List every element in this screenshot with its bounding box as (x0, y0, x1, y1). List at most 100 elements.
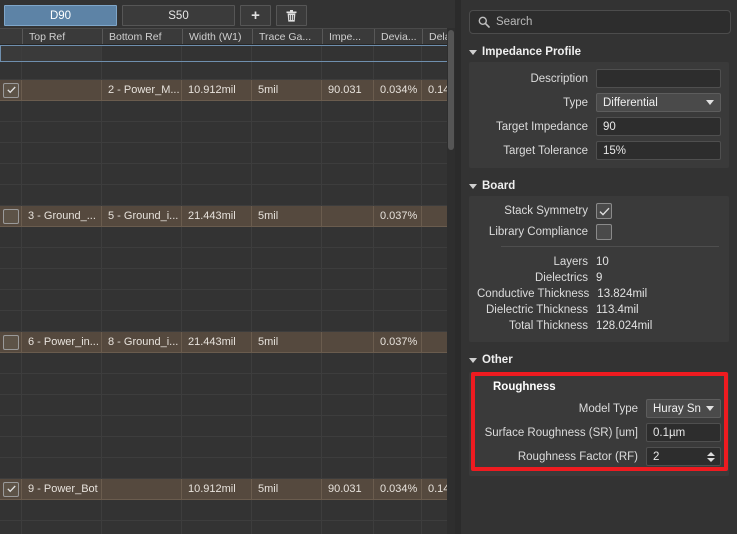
cell-width_w1[interactable] (182, 143, 252, 164)
cell-trace_gap[interactable] (252, 290, 322, 311)
cell-trace_gap[interactable]: 5mil (252, 479, 322, 500)
description-input[interactable] (596, 69, 721, 88)
row-checkbox-cell[interactable] (0, 122, 22, 143)
cell-impedance[interactable] (322, 500, 374, 521)
target-tolerance-input[interactable]: 15% (596, 141, 721, 160)
cell-deviation[interactable] (374, 248, 422, 269)
cell-top_ref[interactable] (22, 122, 102, 143)
cell-impedance[interactable] (322, 458, 374, 479)
target-impedance-input[interactable]: 90 (596, 117, 721, 136)
row-checkbox-cell[interactable] (0, 164, 22, 185)
cell-width_w1[interactable] (182, 416, 252, 437)
cell-top_ref[interactable] (22, 143, 102, 164)
table-row-empty[interactable] (0, 227, 455, 248)
row-checkbox-unchecked[interactable] (3, 334, 19, 350)
cell-width_w1[interactable] (182, 227, 252, 248)
cell-impedance[interactable] (322, 374, 374, 395)
cell-bottom_ref[interactable] (102, 521, 182, 534)
table-row-empty[interactable] (0, 62, 455, 80)
cell-top_ref[interactable] (22, 248, 102, 269)
cell-bottom_ref[interactable] (102, 290, 182, 311)
cell-deviation[interactable] (374, 122, 422, 143)
scrollbar-thumb[interactable] (448, 30, 454, 150)
row-checkbox-checked[interactable] (3, 481, 19, 497)
cell-bottom_ref[interactable] (102, 437, 182, 458)
stepper-up-icon[interactable] (707, 451, 715, 456)
collapse-arrow-icon[interactable] (469, 357, 477, 363)
cell-width_w1[interactable] (182, 45, 252, 62)
row-checkbox-cell[interactable] (0, 353, 22, 374)
delete-profile-button[interactable] (276, 5, 307, 26)
row-checkbox-cell[interactable] (0, 101, 22, 122)
row-checkbox-cell[interactable] (0, 206, 22, 227)
table-header-deviation[interactable]: Devia... (374, 29, 422, 44)
cell-trace_gap[interactable] (252, 248, 322, 269)
cell-bottom_ref[interactable] (102, 416, 182, 437)
row-checkbox-cell[interactable] (0, 227, 22, 248)
cell-bottom_ref[interactable] (102, 248, 182, 269)
cell-top_ref[interactable] (22, 458, 102, 479)
cell-trace_gap[interactable] (252, 227, 322, 248)
cell-trace_gap[interactable] (252, 374, 322, 395)
cell-bottom_ref[interactable] (102, 479, 182, 500)
cell-width_w1[interactable] (182, 458, 252, 479)
table-row-empty[interactable] (0, 101, 455, 122)
roughness-factor-stepper[interactable] (707, 451, 715, 462)
table-row-empty[interactable] (0, 143, 455, 164)
cell-deviation[interactable] (374, 458, 422, 479)
cell-top_ref[interactable] (22, 437, 102, 458)
cell-impedance[interactable] (322, 101, 374, 122)
collapse-arrow-icon[interactable] (469, 183, 477, 189)
type-select[interactable]: Differential (596, 93, 721, 112)
row-checkbox-cell[interactable] (0, 479, 22, 500)
cell-top_ref[interactable] (22, 416, 102, 437)
row-checkbox-cell[interactable] (0, 62, 22, 80)
cell-deviation[interactable]: 0.037% (374, 206, 422, 227)
table-row-empty[interactable] (0, 185, 455, 206)
table-row-empty[interactable] (0, 122, 455, 143)
cell-bottom_ref[interactable]: 8 - Ground_i... (102, 332, 182, 353)
cell-bottom_ref[interactable] (102, 269, 182, 290)
cell-trace_gap[interactable]: 5mil (252, 206, 322, 227)
cell-width_w1[interactable] (182, 62, 252, 80)
cell-width_w1[interactable] (182, 311, 252, 332)
cell-bottom_ref[interactable] (102, 500, 182, 521)
cell-impedance[interactable] (322, 416, 374, 437)
cell-impedance[interactable] (322, 332, 374, 353)
table-header-impedance[interactable]: Impe... (322, 29, 374, 44)
row-checkbox-cell[interactable] (0, 185, 22, 206)
cell-top_ref[interactable] (22, 374, 102, 395)
cell-trace_gap[interactable] (252, 269, 322, 290)
table-row-empty[interactable] (0, 416, 455, 437)
cell-top_ref[interactable] (22, 62, 102, 80)
stepper-down-icon[interactable] (707, 457, 715, 462)
cell-width_w1[interactable] (182, 437, 252, 458)
cell-deviation[interactable]: 0.034% (374, 479, 422, 500)
cell-trace_gap[interactable] (252, 311, 322, 332)
cell-trace_gap[interactable] (252, 437, 322, 458)
cell-top_ref[interactable] (22, 164, 102, 185)
cell-deviation[interactable] (374, 374, 422, 395)
impedance-table-body[interactable]: 2 - Power_M... 10.912mil 5mil 90.031 0.034% 0… (0, 45, 455, 534)
cell-width_w1[interactable] (182, 290, 252, 311)
surface-roughness-input[interactable]: 0.1µm (646, 423, 721, 442)
cell-deviation[interactable] (374, 353, 422, 374)
section-header-board[interactable]: Board (461, 178, 737, 193)
cell-bottom_ref[interactable] (102, 122, 182, 143)
roughness-factor-input[interactable]: 2 (646, 447, 721, 466)
cell-top_ref[interactable] (22, 80, 102, 101)
table-row-empty[interactable] (0, 458, 455, 479)
cell-deviation[interactable] (374, 269, 422, 290)
table-row-empty[interactable] (0, 395, 455, 416)
cell-deviation[interactable] (374, 185, 422, 206)
cell-top_ref[interactable] (22, 395, 102, 416)
cell-width_w1[interactable] (182, 395, 252, 416)
table-vertical-scrollbar[interactable] (447, 28, 455, 534)
cell-impedance[interactable] (322, 395, 374, 416)
table-row-empty[interactable] (0, 248, 455, 269)
table-row-empty[interactable] (0, 521, 455, 534)
cell-top_ref[interactable] (22, 227, 102, 248)
cell-deviation[interactable]: 0.034% (374, 80, 422, 101)
table-header-trace_gap[interactable]: Trace Ga... (252, 29, 322, 44)
cell-trace_gap[interactable] (252, 122, 322, 143)
